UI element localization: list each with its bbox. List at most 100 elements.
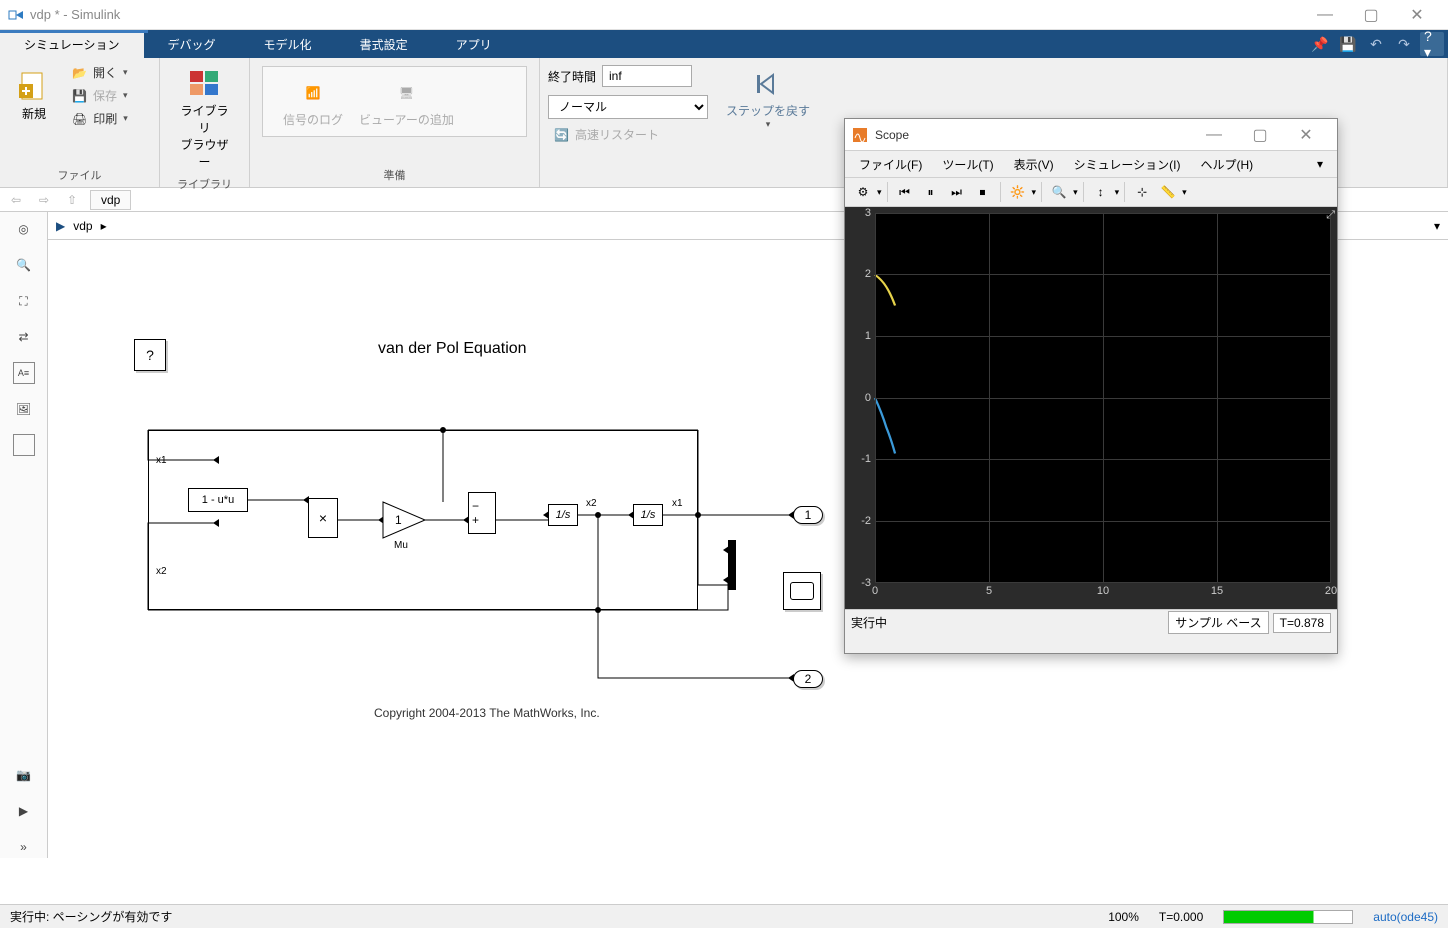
stop-icon[interactable]: ⏹ bbox=[971, 180, 995, 204]
wifi-icon: 📶 bbox=[295, 75, 331, 111]
nav-up-icon[interactable]: ⇧ bbox=[62, 190, 82, 210]
label-x2: x2 bbox=[156, 566, 167, 577]
fast-restart-icon: 🔄 bbox=[554, 128, 569, 142]
add-viewer-button[interactable]: 🖥 ビューアーの追加 bbox=[351, 71, 462, 132]
scope-window[interactable]: Scope — ▢ ✕ ファイル(F) ツール(T) 表示(V) シミュレーショ… bbox=[844, 118, 1338, 654]
simulink-icon[interactable]: ▶ bbox=[56, 219, 65, 233]
scope-menu-tools[interactable]: ツール(T) bbox=[934, 153, 1001, 176]
save-button[interactable]: 💾保存▾ bbox=[66, 85, 134, 106]
svg-text:1: 1 bbox=[395, 513, 402, 527]
help-icon[interactable]: ? ▾ bbox=[1420, 32, 1444, 56]
main-titlebar: vdp * - Simulink — ▢ ✕ bbox=[0, 0, 1448, 30]
tab-apps[interactable]: アプリ bbox=[432, 30, 516, 58]
highlight-icon[interactable]: 🔆 bbox=[1006, 180, 1030, 204]
target-icon[interactable]: ◎ bbox=[13, 218, 35, 240]
label-x1: x1 bbox=[156, 455, 167, 466]
scope-menu-sim[interactable]: シミュレーション(I) bbox=[1066, 153, 1189, 176]
zoom-fit-icon[interactable]: 🔍 bbox=[13, 254, 35, 276]
outport2-block[interactable]: 2 bbox=[793, 670, 823, 688]
gain-label: Mu bbox=[394, 540, 408, 551]
open-button[interactable]: 📂開く▾ bbox=[66, 62, 134, 83]
pin-icon[interactable]: 📌 bbox=[1308, 32, 1332, 56]
scope-menu-view[interactable]: 表示(V) bbox=[1006, 153, 1062, 176]
expand-icon[interactable]: ⤢ bbox=[1326, 209, 1335, 222]
scope-time: T=0.878 bbox=[1273, 613, 1331, 633]
step-back-button[interactable]: ステップを戻す▾ bbox=[718, 62, 818, 134]
integrator1-block[interactable]: 1/s bbox=[548, 504, 578, 526]
print-button[interactable]: 🖨印刷▾ bbox=[66, 108, 134, 129]
window-title: vdp * - Simulink bbox=[30, 7, 120, 22]
scope-menu-help[interactable]: ヘルプ(H) bbox=[1193, 153, 1262, 176]
mode-select[interactable]: ノーマル bbox=[548, 95, 708, 119]
group-file: 新規 📂開く▾ 💾保存▾ 🖨印刷▾ ファイル bbox=[0, 58, 160, 187]
zoom-icon[interactable]: 🔍 bbox=[1047, 180, 1071, 204]
dropdown-icon[interactable]: ▾ bbox=[1434, 219, 1440, 233]
save-icon: 💾 bbox=[72, 89, 87, 103]
stoptime-input[interactable] bbox=[602, 65, 692, 87]
tab-debug[interactable]: デバッグ bbox=[144, 30, 240, 58]
status-time: T=0.000 bbox=[1159, 910, 1203, 924]
print-icon: 🖨 bbox=[72, 112, 87, 126]
ruler-icon[interactable]: 📏 bbox=[1156, 180, 1180, 204]
redo-icon[interactable]: ↷ bbox=[1392, 32, 1416, 56]
undo-icon[interactable]: ↶ bbox=[1364, 32, 1388, 56]
nav-fwd-icon[interactable]: ⇨ bbox=[34, 190, 54, 210]
close-button[interactable]: ✕ bbox=[1394, 0, 1440, 30]
scope-menu-more-icon[interactable]: ▾ bbox=[1309, 154, 1331, 174]
progress-bar bbox=[1223, 910, 1353, 924]
pause-icon[interactable]: ⏸ bbox=[919, 180, 943, 204]
scope-maximize-button[interactable]: ▢ bbox=[1237, 120, 1283, 150]
run-back-icon[interactable]: ⏮ bbox=[893, 180, 917, 204]
autoscale-icon[interactable]: ↕ bbox=[1089, 180, 1113, 204]
integrator2-block[interactable]: 1/s bbox=[633, 504, 663, 526]
image-icon[interactable]: 🖼 bbox=[13, 398, 35, 420]
outport1-block[interactable]: 1 bbox=[793, 506, 823, 524]
group-prepare: 📶 信号のログ 🖥 ビューアーの追加 準備 bbox=[250, 58, 540, 187]
scope-status: 実行中 サンプル ベース T=0.878 bbox=[845, 609, 1337, 635]
arrows-icon[interactable]: ⇄ bbox=[13, 326, 35, 348]
monitor-icon: 🖥 bbox=[388, 75, 424, 111]
explorer-tab[interactable]: vdp bbox=[90, 190, 131, 210]
breadcrumb-model[interactable]: vdp bbox=[73, 219, 92, 233]
nav-back-icon[interactable]: ⇦ bbox=[6, 190, 26, 210]
scope-block[interactable] bbox=[783, 572, 821, 610]
step-fwd-icon[interactable]: ⏭ bbox=[945, 180, 969, 204]
gear-icon[interactable]: ⚙ bbox=[851, 180, 875, 204]
fit-view-icon[interactable]: ⛶ bbox=[13, 290, 35, 312]
gain-block[interactable]: 1 bbox=[383, 502, 425, 541]
maximize-button[interactable]: ▢ bbox=[1348, 0, 1394, 30]
product-block[interactable]: × bbox=[308, 498, 338, 538]
save-qat-icon[interactable]: 💾 bbox=[1336, 32, 1360, 56]
signal-log-button[interactable]: 📶 信号のログ bbox=[275, 71, 351, 132]
scope-plot[interactable]: 3210-1-2-3 05101520 ⤢ bbox=[875, 213, 1331, 583]
mux-block[interactable] bbox=[728, 540, 736, 590]
scope-minimize-button[interactable]: — bbox=[1191, 120, 1237, 150]
fast-restart-button[interactable]: 🔄高速リスタート bbox=[548, 124, 708, 145]
fcn-block[interactable]: 1 - u*u bbox=[188, 488, 248, 512]
scope-status-running: 実行中 bbox=[851, 614, 887, 631]
annotation-icon[interactable]: A≡ bbox=[13, 362, 35, 384]
status-solver[interactable]: auto(ode45) bbox=[1373, 910, 1438, 924]
status-zoom: 100% bbox=[1108, 910, 1139, 924]
tab-format[interactable]: 書式設定 bbox=[336, 30, 432, 58]
tab-modeling[interactable]: モデル化 bbox=[240, 30, 336, 58]
scope-menu-file[interactable]: ファイル(F) bbox=[851, 153, 930, 176]
more-icon[interactable]: » bbox=[13, 836, 35, 858]
library-browser-button[interactable]: ライブラリ ブラウザー bbox=[168, 62, 241, 174]
camera-icon[interactable]: 📷 bbox=[13, 764, 35, 786]
tab-simulation[interactable]: シミュレーション bbox=[0, 30, 144, 58]
scope-close-button[interactable]: ✕ bbox=[1283, 120, 1329, 150]
block-icon[interactable] bbox=[13, 434, 35, 456]
label-x1r: x1 bbox=[672, 498, 683, 509]
group-label-library: ライブラリ bbox=[168, 174, 241, 194]
stoptime-label: 終了時間 bbox=[548, 68, 596, 85]
minimize-button[interactable]: — bbox=[1302, 0, 1348, 30]
new-button[interactable]: 新規 bbox=[8, 62, 60, 129]
sum-block[interactable]: −+ bbox=[468, 492, 496, 534]
status-bar: 実行中: ペーシングが有効です 100% T=0.000 auto(ode45) bbox=[0, 904, 1448, 928]
palette: ◎ 🔍 ⛶ ⇄ A≡ 🖼 📷 ▶ » bbox=[0, 212, 48, 858]
toolstrip-tabs: シミュレーション デバッグ モデル化 書式設定 アプリ 📌 💾 ↶ ↷ ? ▾ bbox=[0, 30, 1448, 58]
cursor-icon[interactable]: ⊹ bbox=[1130, 180, 1154, 204]
record-icon[interactable]: ▶ bbox=[13, 800, 35, 822]
scope-title: Scope bbox=[875, 128, 909, 142]
